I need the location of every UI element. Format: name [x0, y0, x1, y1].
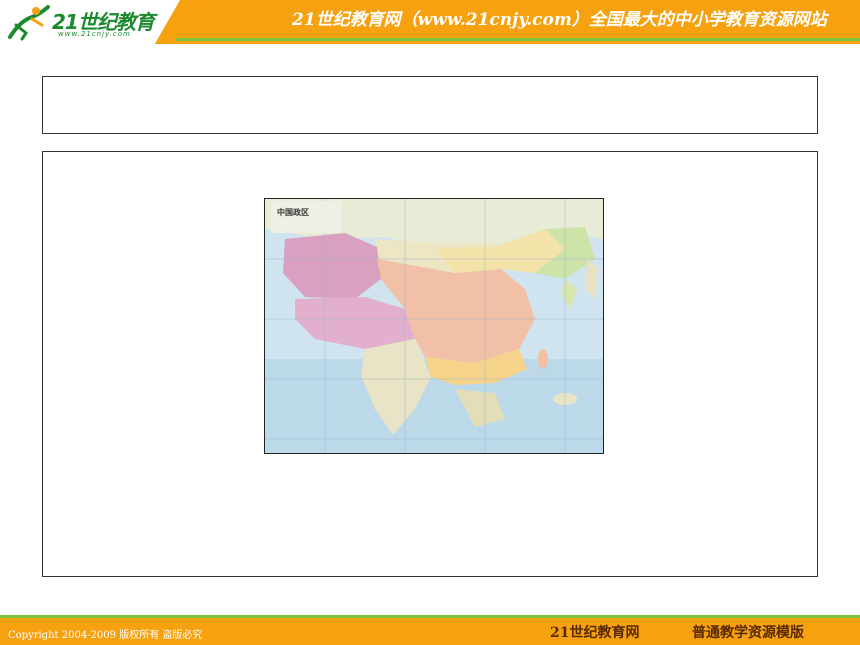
- footer-copyright: Copyright 2004-2009 版权所有 盗版必究: [8, 630, 203, 641]
- china-political-map-image: 中国政区: [264, 198, 604, 454]
- header-divider: [176, 38, 860, 41]
- logo-area: 21世纪教育 www.21cnjy.com: [0, 0, 180, 44]
- footer-template-label: 普通教学资源模版: [692, 625, 804, 641]
- header-bar: 21世纪教育 www.21cnjy.com 21世纪教育网（www.21cnjy…: [0, 0, 860, 44]
- logo-url: www.21cnjy.com: [58, 30, 131, 38]
- map-title: 中国政区: [277, 208, 309, 217]
- map-graphic: [265, 199, 603, 453]
- footer-brand: 21世纪教育网: [550, 625, 640, 641]
- title-box: [42, 76, 818, 134]
- footer-bar: Copyright 2004-2009 版权所有 盗版必究 21世纪教育网 普通…: [0, 618, 860, 645]
- header-slogan: 21世纪教育网（www.21cnjy.com）全国最大的中小学教育资源网站: [292, 10, 827, 30]
- running-figure-logo-icon: [8, 5, 50, 41]
